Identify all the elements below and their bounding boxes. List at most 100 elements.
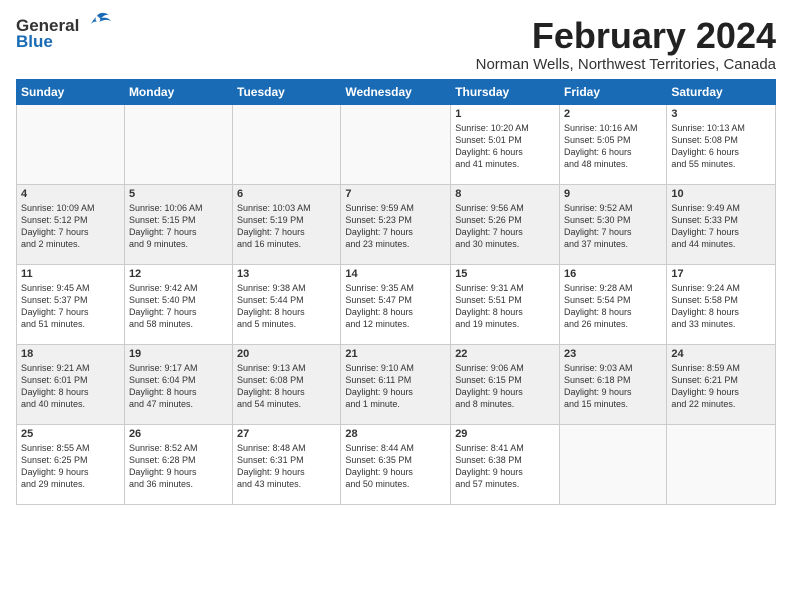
day-number: 10 xyxy=(671,188,771,200)
calendar-cell xyxy=(233,104,341,184)
cell-info: Sunrise: 9:17 AM Sunset: 6:04 PM Dayligh… xyxy=(129,362,228,411)
cell-info: Sunrise: 10:06 AM Sunset: 5:15 PM Daylig… xyxy=(129,202,228,251)
day-number: 24 xyxy=(671,348,771,360)
day-number: 7 xyxy=(345,188,446,200)
day-number: 29 xyxy=(455,428,555,440)
calendar-week-row: 1 Sunrise: 10:20 AM Sunset: 5:01 PM Dayli… xyxy=(17,104,776,184)
month-title: February 2024 xyxy=(476,16,776,56)
calendar-cell: 21 Sunrise: 9:10 AM Sunset: 6:11 PM Dayli… xyxy=(341,344,451,424)
cell-info: Sunrise: 10:09 AM Sunset: 5:12 PM Daylig… xyxy=(21,202,120,251)
day-number: 26 xyxy=(129,428,228,440)
calendar-cell xyxy=(667,424,776,504)
day-number: 1 xyxy=(455,108,555,120)
calendar-cell: 3Sunrise: 10:13 AM Sunset: 5:08 PM Dayli… xyxy=(667,104,776,184)
cell-info: Sunrise: 9:03 AM Sunset: 6:18 PM Dayligh… xyxy=(564,362,662,411)
calendar-cell: 28 Sunrise: 8:44 AM Sunset: 6:35 PM Dayli… xyxy=(341,424,451,504)
col-header-wednesday: Wednesday xyxy=(341,79,451,104)
day-number: 15 xyxy=(455,268,555,280)
location-subtitle: Norman Wells, Northwest Territories, Can… xyxy=(476,56,776,73)
calendar-cell: 18 Sunrise: 9:21 AM Sunset: 6:01 PM Dayli… xyxy=(17,344,125,424)
day-number: 12 xyxy=(129,268,228,280)
day-number: 11 xyxy=(21,268,120,280)
calendar-cell xyxy=(17,104,125,184)
cell-info: Sunrise: 8:44 AM Sunset: 6:35 PM Dayligh… xyxy=(345,442,446,491)
page-header: General Blue February 2024 Norman Wells,… xyxy=(16,16,776,73)
cell-info: Sunrise: 8:52 AM Sunset: 6:28 PM Dayligh… xyxy=(129,442,228,491)
calendar-cell: 9Sunrise: 9:52 AM Sunset: 5:30 PM Daylig… xyxy=(560,184,667,264)
calendar-cell: 27 Sunrise: 8:48 AM Sunset: 6:31 PM Dayli… xyxy=(233,424,341,504)
calendar-cell: 26 Sunrise: 8:52 AM Sunset: 6:28 PM Dayli… xyxy=(124,424,232,504)
calendar-cell: 10 Sunrise: 9:49 AM Sunset: 5:33 PM Dayli… xyxy=(667,184,776,264)
calendar-cell: 2 Sunrise: 10:16 AM Sunset: 5:05 PM Dayli… xyxy=(560,104,667,184)
cell-info: Sunrise: 9:49 AM Sunset: 5:33 PM Dayligh… xyxy=(671,202,771,251)
cell-info: Sunrise: 9:42 AM Sunset: 5:40 PM Dayligh… xyxy=(129,282,228,331)
day-number: 22 xyxy=(455,348,555,360)
day-number: 6 xyxy=(237,188,336,200)
calendar-week-row: 18 Sunrise: 9:21 AM Sunset: 6:01 PM Dayli… xyxy=(17,344,776,424)
cell-info: Sunrise: 9:38 AM Sunset: 5:44 PM Dayligh… xyxy=(237,282,336,331)
calendar-cell xyxy=(124,104,232,184)
cell-info: Sunrise: 9:24 AM Sunset: 5:58 PM Dayligh… xyxy=(671,282,771,331)
cell-info: Sunrise: 9:31 AM Sunset: 5:51 PM Dayligh… xyxy=(455,282,555,331)
cell-info: Sunrise: 9:56 AM Sunset: 5:26 PM Dayligh… xyxy=(455,202,555,251)
col-header-tuesday: Tuesday xyxy=(233,79,341,104)
day-number: 21 xyxy=(345,348,446,360)
calendar-cell: 23 Sunrise: 9:03 AM Sunset: 6:18 PM Dayli… xyxy=(560,344,667,424)
cell-info: Sunrise: 9:35 AM Sunset: 5:47 PM Dayligh… xyxy=(345,282,446,331)
logo-blue-text: Blue xyxy=(16,32,53,52)
day-number: 13 xyxy=(237,268,336,280)
calendar-cell: 7Sunrise: 9:59 AM Sunset: 5:23 PM Daylig… xyxy=(341,184,451,264)
calendar-cell: 1 Sunrise: 10:20 AM Sunset: 5:01 PM Dayli… xyxy=(451,104,560,184)
calendar-cell: 15 Sunrise: 9:31 AM Sunset: 5:51 PM Dayli… xyxy=(451,264,560,344)
cell-info: Sunrise: 9:21 AM Sunset: 6:01 PM Dayligh… xyxy=(21,362,120,411)
day-number: 23 xyxy=(564,348,662,360)
calendar-cell: 16 Sunrise: 9:28 AM Sunset: 5:54 PM Dayli… xyxy=(560,264,667,344)
calendar-cell: 8 Sunrise: 9:56 AM Sunset: 5:26 PM Daylig… xyxy=(451,184,560,264)
calendar-cell: 19 Sunrise: 9:17 AM Sunset: 6:04 PM Dayli… xyxy=(124,344,232,424)
day-number: 4 xyxy=(21,188,120,200)
day-number: 16 xyxy=(564,268,662,280)
cell-info: Sunrise: 10:16 AM Sunset: 5:05 PM Daylig… xyxy=(564,122,662,171)
logo-bird-icon xyxy=(83,12,111,32)
calendar-cell: 6 Sunrise: 10:03 AM Sunset: 5:19 PM Dayli… xyxy=(233,184,341,264)
day-number: 20 xyxy=(237,348,336,360)
calendar-cell: 22Sunrise: 9:06 AM Sunset: 6:15 PM Dayli… xyxy=(451,344,560,424)
calendar-cell: 17 Sunrise: 9:24 AM Sunset: 5:58 PM Dayli… xyxy=(667,264,776,344)
day-number: 27 xyxy=(237,428,336,440)
calendar-week-row: 11 Sunrise: 9:45 AM Sunset: 5:37 PM Dayli… xyxy=(17,264,776,344)
cell-info: Sunrise: 10:20 AM Sunset: 5:01 PM Daylig… xyxy=(455,122,555,171)
day-number: 18 xyxy=(21,348,120,360)
calendar-cell: 4 Sunrise: 10:09 AM Sunset: 5:12 PM Dayli… xyxy=(17,184,125,264)
calendar-cell: 29Sunrise: 8:41 AM Sunset: 6:38 PM Dayli… xyxy=(451,424,560,504)
cell-info: Sunrise: 9:10 AM Sunset: 6:11 PM Dayligh… xyxy=(345,362,446,411)
day-number: 14 xyxy=(345,268,446,280)
day-number: 5 xyxy=(129,188,228,200)
col-header-monday: Monday xyxy=(124,79,232,104)
day-number: 2 xyxy=(564,108,662,120)
calendar-table: SundayMondayTuesdayWednesdayThursdayFrid… xyxy=(16,79,776,505)
cell-info: Sunrise: 9:45 AM Sunset: 5:37 PM Dayligh… xyxy=(21,282,120,331)
cell-info: Sunrise: 10:13 AM Sunset: 5:08 PM Daylig… xyxy=(671,122,771,171)
calendar-cell: 11 Sunrise: 9:45 AM Sunset: 5:37 PM Dayli… xyxy=(17,264,125,344)
calendar-cell xyxy=(341,104,451,184)
calendar-cell: 5 Sunrise: 10:06 AM Sunset: 5:15 PM Dayli… xyxy=(124,184,232,264)
calendar-cell: 14 Sunrise: 9:35 AM Sunset: 5:47 PM Dayli… xyxy=(341,264,451,344)
cell-info: Sunrise: 10:03 AM Sunset: 5:19 PM Daylig… xyxy=(237,202,336,251)
col-header-thursday: Thursday xyxy=(451,79,560,104)
day-number: 28 xyxy=(345,428,446,440)
day-number: 8 xyxy=(455,188,555,200)
cell-info: Sunrise: 8:48 AM Sunset: 6:31 PM Dayligh… xyxy=(237,442,336,491)
col-header-friday: Friday xyxy=(560,79,667,104)
day-number: 17 xyxy=(671,268,771,280)
cell-info: Sunrise: 9:28 AM Sunset: 5:54 PM Dayligh… xyxy=(564,282,662,331)
cell-info: Sunrise: 8:55 AM Sunset: 6:25 PM Dayligh… xyxy=(21,442,120,491)
calendar-cell: 20Sunrise: 9:13 AM Sunset: 6:08 PM Dayli… xyxy=(233,344,341,424)
title-block: February 2024 Norman Wells, Northwest Te… xyxy=(476,16,776,73)
calendar-cell: 24Sunrise: 8:59 AM Sunset: 6:21 PM Dayli… xyxy=(667,344,776,424)
logo: General Blue xyxy=(16,16,111,52)
cell-info: Sunrise: 9:52 AM Sunset: 5:30 PM Dayligh… xyxy=(564,202,662,251)
col-header-saturday: Saturday xyxy=(667,79,776,104)
calendar-week-row: 25 Sunrise: 8:55 AM Sunset: 6:25 PM Dayli… xyxy=(17,424,776,504)
day-number: 19 xyxy=(129,348,228,360)
day-number: 25 xyxy=(21,428,120,440)
